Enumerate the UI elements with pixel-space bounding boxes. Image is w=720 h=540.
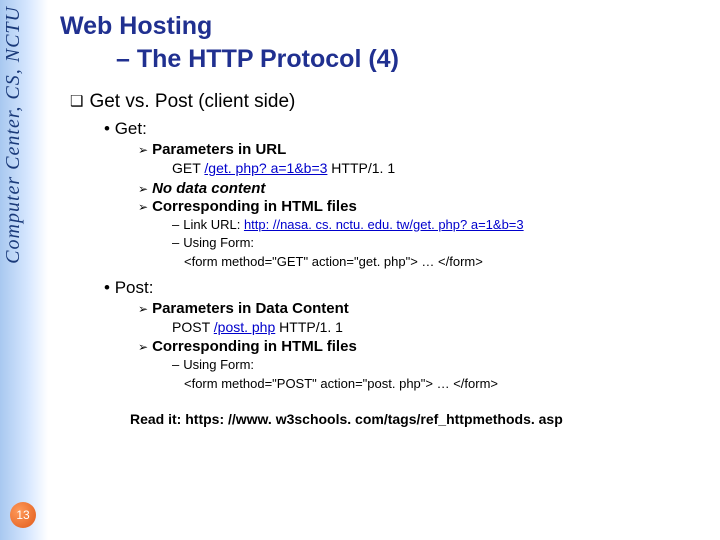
arrow-icon: ➢ bbox=[138, 200, 148, 214]
arrow-icon: ➢ bbox=[138, 340, 148, 354]
title-line2: – The HTTP Protocol (4) bbox=[60, 43, 710, 76]
slide-content: Web Hosting – The HTTP Protocol (4) ❑Get… bbox=[60, 10, 710, 427]
arrow-icon: ➢ bbox=[138, 302, 148, 316]
post-url-link[interactable]: /post. php bbox=[214, 319, 276, 335]
arrow-icon: ➢ bbox=[138, 182, 148, 196]
section-header: ❑Get vs. Post (client side) bbox=[70, 91, 710, 113]
get-request-line: GET /get. php? a=1&b=3 HTTP/1. 1 bbox=[172, 159, 710, 178]
square-bullet-icon: ❑ bbox=[70, 93, 83, 110]
sidebar-label: Computer Center, CS, NCTU bbox=[2, 6, 25, 264]
post-html-files: ➢Corresponding in HTML files bbox=[138, 338, 710, 355]
post-form-code: <form method="POST" action="post. php"> … bbox=[184, 375, 710, 393]
read-it-footer: Read it: https: //www. w3schools. com/ta… bbox=[130, 411, 710, 427]
arrow-icon: ➢ bbox=[138, 143, 148, 157]
post-using-form: –Using Form: bbox=[172, 356, 710, 374]
get-html-files: ➢Corresponding in HTML files bbox=[138, 198, 710, 215]
post-request-line: POST /post. php HTTP/1. 1 bbox=[172, 318, 710, 337]
get-link-url: –Link URL: http: //nasa. cs. nctu. edu. … bbox=[172, 216, 710, 234]
get-param-url: ➢Parameters in URL bbox=[138, 141, 710, 158]
sidebar: Computer Center, CS, NCTU 13 bbox=[0, 0, 48, 540]
slide-title: Web Hosting – The HTTP Protocol (4) bbox=[60, 10, 710, 75]
post-param-data: ➢Parameters in Data Content bbox=[138, 300, 710, 317]
page-number-badge: 13 bbox=[10, 502, 36, 528]
title-line1: Web Hosting bbox=[60, 12, 212, 40]
get-form-code: <form method="GET" action="get. php"> … … bbox=[184, 253, 710, 271]
get-url-link[interactable]: /get. php? a=1&b=3 bbox=[204, 160, 327, 176]
post-heading: • Post: bbox=[104, 278, 710, 298]
nasa-link[interactable]: http: //nasa. cs. nctu. edu. tw/get. php… bbox=[244, 217, 524, 232]
get-no-data: ➢No data content bbox=[138, 180, 710, 197]
get-using-form: –Using Form: bbox=[172, 234, 710, 252]
get-heading: • Get: bbox=[104, 119, 710, 139]
